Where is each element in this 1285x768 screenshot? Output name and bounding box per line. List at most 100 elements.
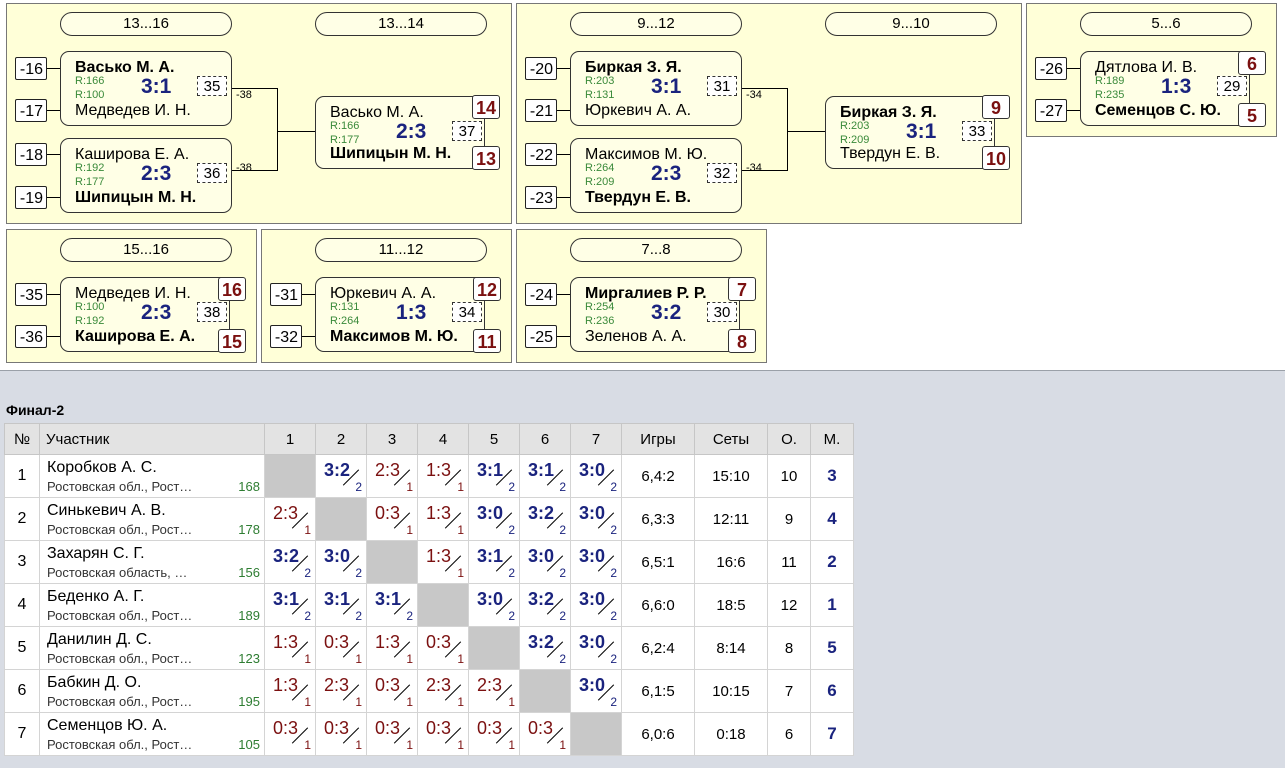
seed-box: -19	[15, 186, 47, 209]
game-points: 2	[355, 480, 362, 494]
participant-cell[interactable]: Бабкин Д. О. Ростовская обл., Рост… 195	[39, 669, 265, 713]
game-result-cell[interactable]: 3:2 2	[315, 454, 367, 498]
player-name: Шипицын М. Н.	[75, 189, 197, 206]
table-row[interactable]: 4 Беденко А. Г. Ростовская обл., Рост… 189 3…	[4, 583, 854, 627]
game-result-cell[interactable]: 3:1 2	[315, 583, 367, 627]
match-card[interactable]: Каширова Е. А. R:192 R:177 2:3 Шипицын М…	[60, 138, 232, 213]
game-result-cell[interactable]: 3:0 2	[570, 626, 622, 670]
game-result-cell[interactable]: 2:3 1	[264, 497, 316, 541]
game-result-cell[interactable]: 3:1 2	[468, 540, 520, 584]
col-header[interactable]: 3	[366, 423, 418, 455]
match-card[interactable]: Миргалиев Р. Р. R:254 R:236 3:2 Зеленов …	[570, 277, 740, 352]
game-result-cell[interactable]: 0:3 1	[315, 712, 367, 756]
player-rating: R:264	[585, 162, 615, 174]
game-result-cell[interactable]: 1:3 1	[264, 669, 316, 713]
game-result-cell[interactable]: 0:3 1	[264, 712, 316, 756]
col-header[interactable]: 5	[468, 423, 520, 455]
game-result-cell[interactable]: 3:2 2	[519, 497, 571, 541]
participant-cell[interactable]: Синькевич А. В. Ростовская обл., Рост… 178	[39, 497, 265, 541]
row-number: 7	[4, 712, 40, 756]
sets-value: 18:5	[694, 583, 768, 627]
game-result-cell[interactable]: 3:0 2	[468, 497, 520, 541]
participant-cell[interactable]: Коробков А. С. Ростовская обл., Рост… 168	[39, 454, 265, 498]
game-result-cell[interactable]: 3:0 2	[570, 669, 622, 713]
player-rating: R:100	[75, 89, 105, 101]
seed-box: -17	[15, 99, 47, 122]
game-result-cell[interactable]: 3:1 2	[264, 583, 316, 627]
table-row[interactable]: 5 Данилин Д. С. Ростовская обл., Рост… 123 1…	[4, 626, 854, 670]
participant-name: Коробков А. С.	[47, 459, 157, 476]
game-result-cell[interactable]: 3:0 2	[570, 497, 622, 541]
game-result-cell[interactable]: 3:1 2	[366, 583, 418, 627]
game-result-cell[interactable]: 1:3 1	[366, 626, 418, 670]
col-header[interactable]: О.	[767, 423, 811, 455]
game-result-cell[interactable]: 0:3 1	[366, 712, 418, 756]
col-header[interactable]: 1	[264, 423, 316, 455]
col-header[interactable]: 7	[570, 423, 622, 455]
game-result-cell[interactable]: 0:3 1	[519, 712, 571, 756]
participant-cell[interactable]: Данилин Д. С. Ростовская обл., Рост… 123	[39, 626, 265, 670]
place-value: 2	[810, 540, 854, 584]
table-row[interactable]: 2 Синькевич А. В. Ростовская обл., Рост… 17…	[4, 497, 854, 541]
game-result-cell[interactable]: 1:3 1	[417, 497, 469, 541]
participant-cell[interactable]: Беденко А. Г. Ростовская обл., Рост… 189	[39, 583, 265, 627]
game-result-cell[interactable]: 0:3 1	[417, 712, 469, 756]
game-result-cell[interactable]: 3:0 2	[519, 540, 571, 584]
game-result-cell[interactable]: 0:3 1	[417, 626, 469, 670]
game-result-cell[interactable]: 3:0 2	[468, 583, 520, 627]
table-row[interactable]: 7 Семенцов Ю. А. Ростовская обл., Рост… 105…	[4, 712, 854, 756]
game-result-cell[interactable]: 2:3 1	[417, 669, 469, 713]
game-result-cell[interactable]: 0:3 1	[366, 497, 418, 541]
points-value: 9	[767, 497, 811, 541]
col-header[interactable]: №	[4, 423, 40, 455]
participant-name: Данилин Д. С.	[47, 631, 152, 648]
game-result-cell[interactable]: 3:1 2	[468, 454, 520, 498]
game-result-cell[interactable]: 3:0 2	[570, 583, 622, 627]
game-result-cell[interactable]: 1:3 1	[417, 540, 469, 584]
game-result-cell[interactable]: 3:0 2	[570, 540, 622, 584]
game-result-cell[interactable]: 2:3 1	[366, 454, 418, 498]
col-header[interactable]: 4	[417, 423, 469, 455]
game-result-cell[interactable]: 3:1 2	[519, 454, 571, 498]
player-rating: R:192	[75, 315, 105, 327]
game-result-cell[interactable]: 0:3 1	[468, 712, 520, 756]
match-number: 35	[197, 76, 227, 96]
match-card[interactable]: Биркая З. Я. R:203 R:209 3:1 Твердун Е. …	[825, 96, 995, 169]
game-score: 3:0	[579, 675, 606, 695]
row-number: 5	[4, 626, 40, 670]
participant-cell[interactable]: Захарян С. Г. Ростовская область, … 156	[39, 540, 265, 584]
col-header[interactable]: Игры	[621, 423, 695, 455]
match-card[interactable]: Максимов М. Ю. R:264 R:209 2:3 Твердун Е…	[570, 138, 742, 213]
seed-box: -21	[525, 99, 557, 122]
match-card[interactable]: Дятлова И. В. R:189 R:235 1:3 Семенцов С…	[1080, 51, 1250, 126]
games-value: 6,3:3	[621, 497, 695, 541]
col-header[interactable]: Участник	[39, 423, 265, 455]
game-result-cell[interactable]: 2:3 1	[315, 669, 367, 713]
match-card[interactable]: Юркевич А. А. R:131 R:264 1:3 Максимов М…	[315, 277, 485, 352]
match-card[interactable]: Биркая З. Я. R:203 R:131 3:1 Юркевич А. …	[570, 51, 742, 126]
game-result-cell[interactable]: 2:3 1	[468, 669, 520, 713]
participant-cell[interactable]: Семенцов Ю. А. Ростовская обл., Рост… 105	[39, 712, 265, 756]
game-result-cell[interactable]: 1:3 1	[417, 454, 469, 498]
game-result-cell[interactable]: 0:3 1	[315, 626, 367, 670]
game-result-cell[interactable]: 3:2 2	[264, 540, 316, 584]
match-card[interactable]: Васько М. А. R:166 R:177 2:3 Шипицын М. …	[315, 96, 485, 169]
match-card[interactable]: Васько М. А. R:166 R:100 3:1 Медведев И.…	[60, 51, 232, 126]
game-points: 2	[559, 609, 566, 623]
round-header: 15...16	[60, 238, 232, 262]
col-header[interactable]: 6	[519, 423, 571, 455]
col-header[interactable]: 2	[315, 423, 367, 455]
col-header[interactable]: М.	[810, 423, 854, 455]
games-value: 6,2:4	[621, 626, 695, 670]
col-header[interactable]: Сеты	[694, 423, 768, 455]
game-result-cell[interactable]: 3:2 2	[519, 626, 571, 670]
game-result-cell[interactable]: 3:2 2	[519, 583, 571, 627]
game-result-cell[interactable]: 3:0 2	[570, 454, 622, 498]
match-card[interactable]: Медведев И. Н. R:100 R:192 2:3 Каширова …	[60, 277, 230, 352]
game-result-cell[interactable]: 1:3 1	[264, 626, 316, 670]
table-row[interactable]: 6 Бабкин Д. О. Ростовская обл., Рост… 195 1:…	[4, 669, 854, 713]
game-result-cell[interactable]: 3:0 2	[315, 540, 367, 584]
table-row[interactable]: 1 Коробков А. С. Ростовская обл., Рост… 168…	[4, 454, 854, 498]
table-row[interactable]: 3 Захарян С. Г. Ростовская область, … 156 3:…	[4, 540, 854, 584]
game-result-cell[interactable]: 0:3 1	[366, 669, 418, 713]
